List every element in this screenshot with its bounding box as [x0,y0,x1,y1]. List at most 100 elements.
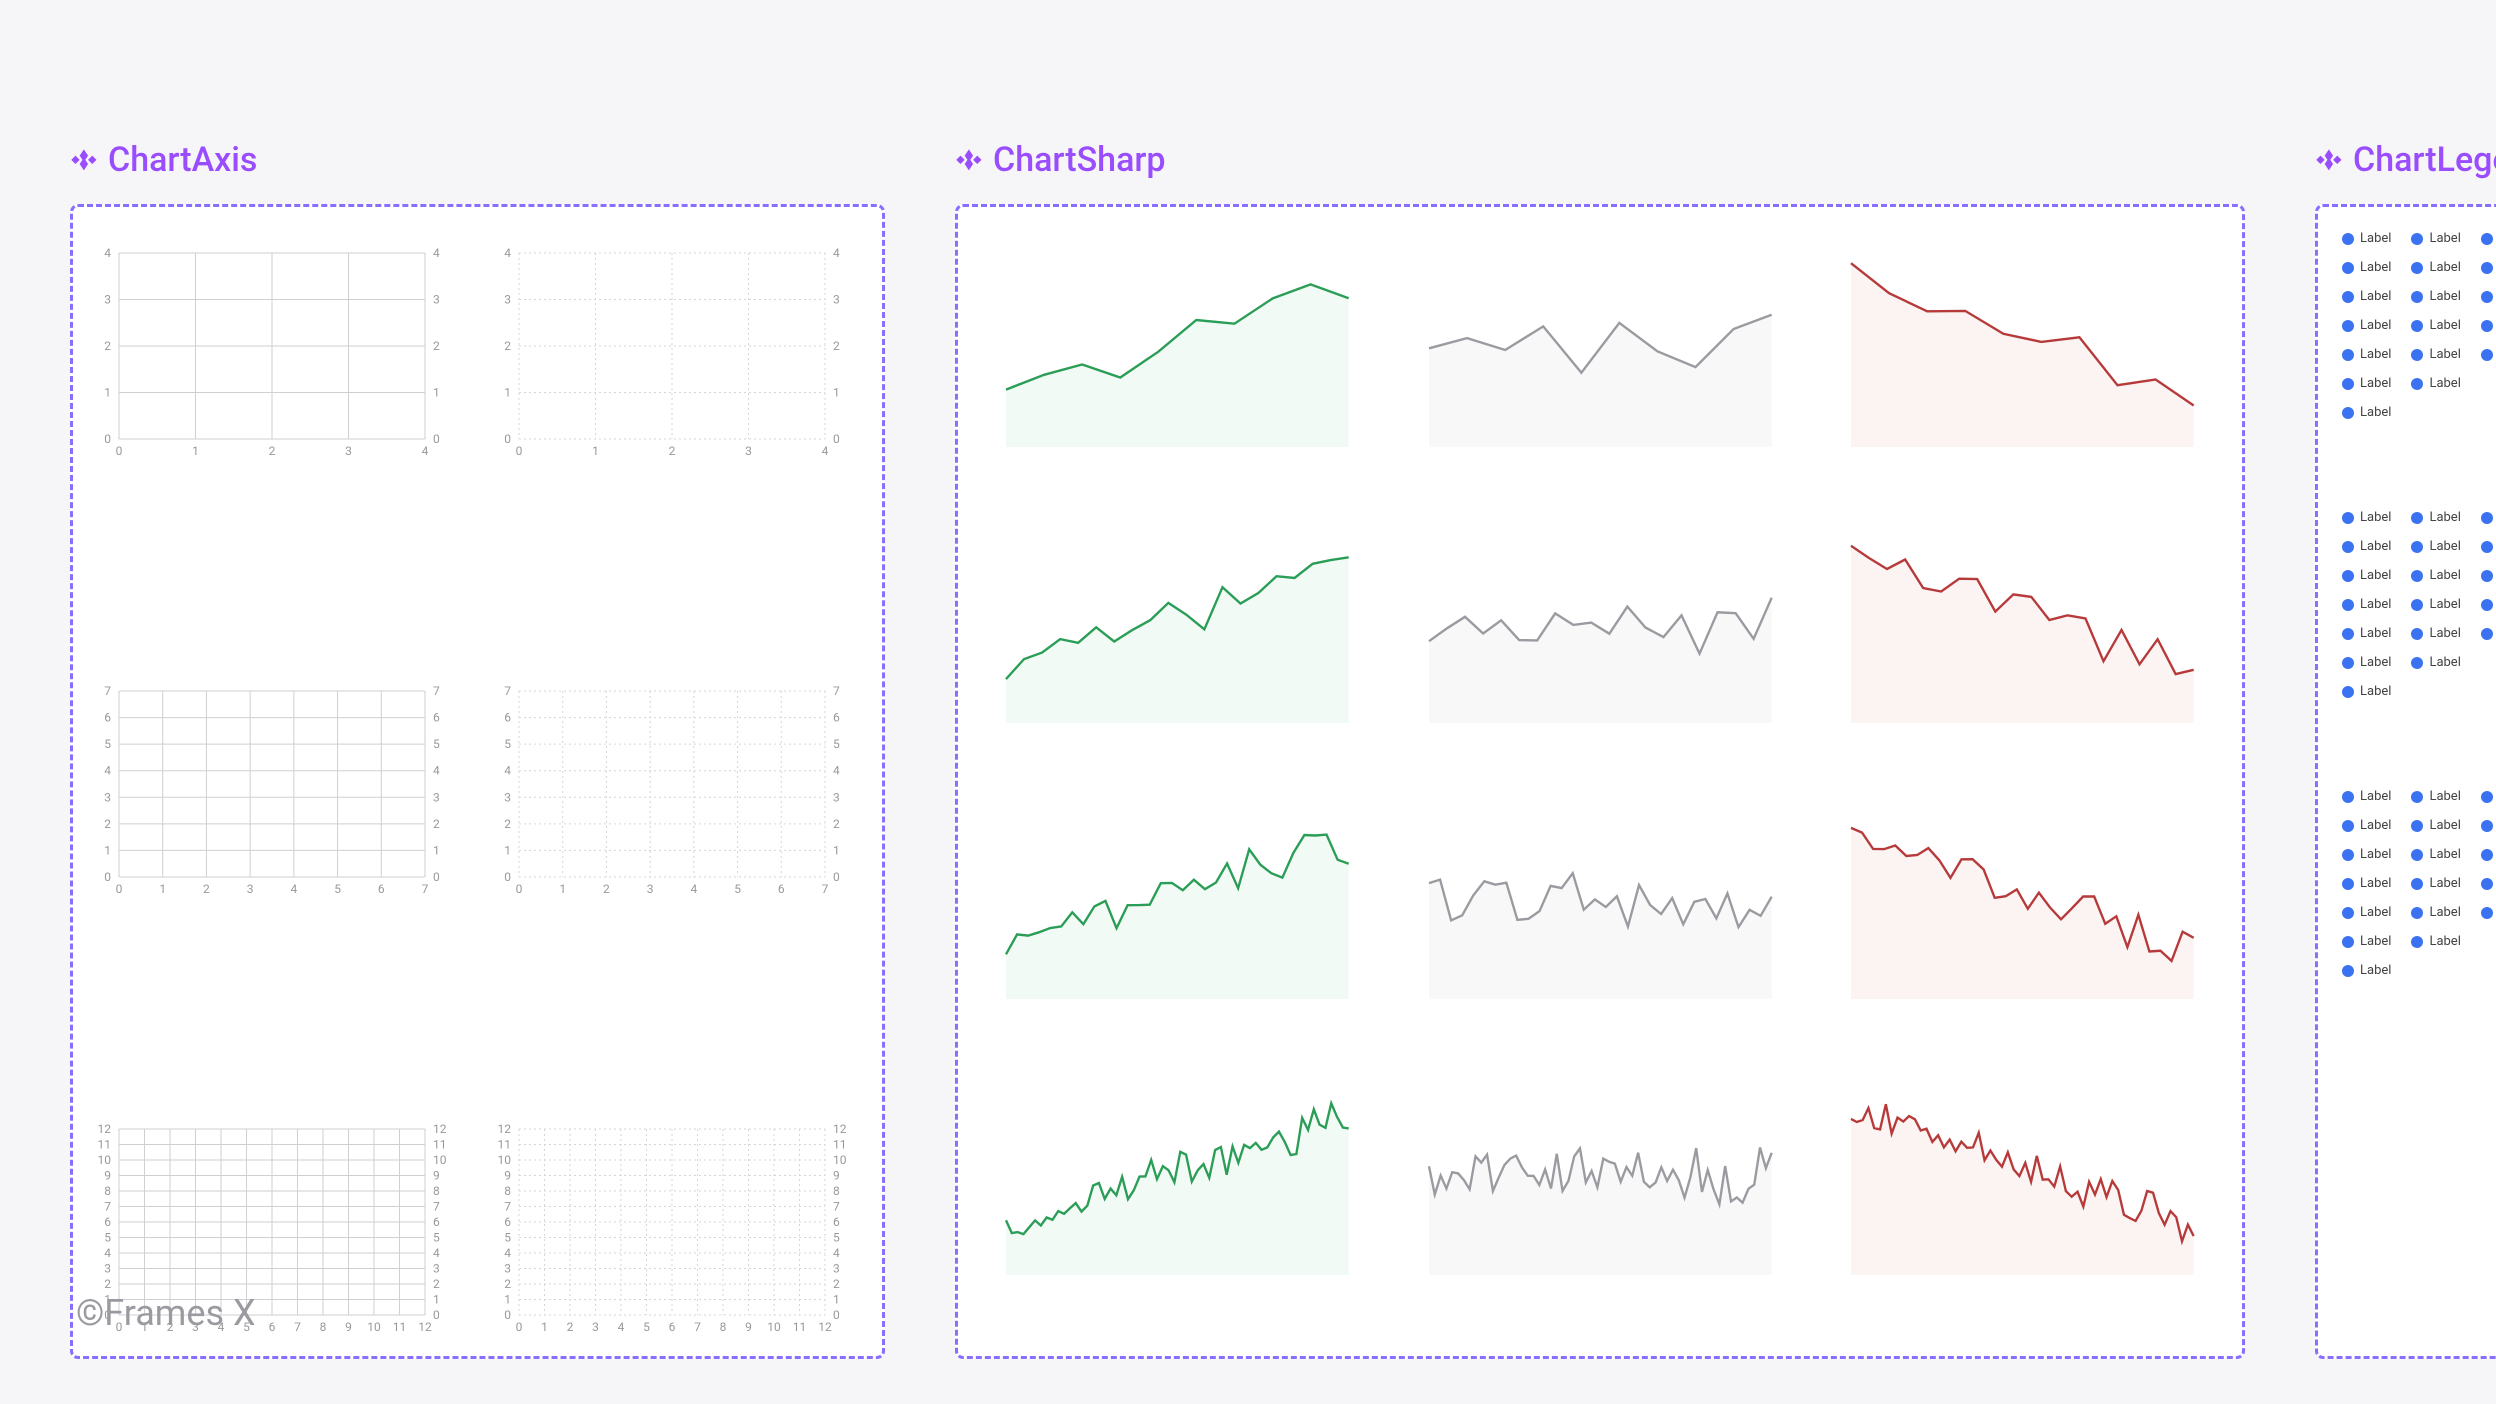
legend-item[interactable]: Label [2481,847,2496,862]
sharp-green-density-60 [1006,1075,1349,1275]
legend-item[interactable]: Label [2411,376,2460,391]
legend-block-3: Label Label Label Label Label Label Label Label… [2342,789,2496,978]
legend-item-label: Label [2360,626,2391,641]
legend-item[interactable]: Label [2342,876,2391,891]
legend-row: Label [2342,963,2496,978]
legend-item[interactable]: Label [2481,568,2496,583]
legend-block-1: LabelLabelLabelLabelLabelLabelLabelLabel… [2342,231,2496,420]
legend-item[interactable]: Label [2481,231,2496,246]
legend-item[interactable]: Label [2411,818,2460,833]
legend-item[interactable]: Label [2342,289,2391,304]
legend-item-label: Label [2360,876,2391,891]
legend-item[interactable]: Label [2411,597,2460,612]
axis-grid-7-dotted: 000111222333444555666777 [497,669,847,927]
legend-item[interactable]: Label [2481,876,2496,891]
legend-item[interactable]: Label [2411,347,2460,362]
legend-item[interactable]: Label [2411,510,2460,525]
svg-text:12: 12 [98,1122,112,1136]
svg-text:2: 2 [433,817,440,831]
svg-text:9: 9 [504,1169,511,1183]
legend-item[interactable]: Label [2411,847,2460,862]
legend-dot-icon [2342,570,2354,582]
legend-item[interactable]: Label [2481,789,2496,804]
legend-item[interactable]: Label [2481,347,2496,362]
legend-item[interactable]: Label [2411,905,2460,920]
legend-dot-icon [2411,233,2423,245]
legend-item[interactable]: Label [2411,539,2460,554]
legend-item[interactable]: Label [2342,789,2391,804]
legend-dot-icon [2481,628,2493,640]
legend-item[interactable]: Label [2411,260,2460,275]
legend-item[interactable]: Label [2342,568,2391,583]
legend-item[interactable]: Label [2342,847,2391,862]
legend-row: Label Label Label [2342,347,2496,362]
legend-item[interactable]: Label [2342,655,2391,670]
legend-item[interactable]: Label [2481,597,2496,612]
legend-dot-icon [2342,628,2354,640]
legend-item[interactable]: Label [2342,347,2391,362]
legend-item[interactable]: Label [2411,231,2460,246]
legend-dot-icon [2411,291,2423,303]
svg-text:5: 5 [734,882,741,896]
svg-text:2: 2 [603,882,610,896]
svg-text:3: 3 [833,293,840,307]
svg-text:0: 0 [116,444,123,458]
legend-item[interactable]: Label [2481,510,2496,525]
legend-item[interactable]: Label [2342,963,2391,978]
legend-dot-icon [2481,849,2493,861]
legend-item[interactable]: Label [2342,231,2391,246]
svg-text:0: 0 [104,870,111,884]
legend-item[interactable]: Label [2411,876,2460,891]
svg-text:11: 11 [433,1138,447,1152]
legend-item[interactable]: Label [2342,260,2391,275]
legend-dot-icon [2411,878,2423,890]
sharp-grey-density-10 [1429,247,1772,447]
legend-item[interactable]: Label [2342,818,2391,833]
legend-item[interactable]: Label [2342,905,2391,920]
chartaxis-title: ChartAxis [108,140,257,180]
legend-item[interactable]: Label [2481,626,2496,641]
legend-dot-icon [2411,791,2423,803]
legend-item[interactable]: Label [2342,934,2391,949]
legend-item[interactable]: Label [2481,289,2496,304]
legend-item[interactable]: Label [2342,597,2391,612]
legend-item[interactable]: Label [2411,318,2460,333]
legend-item[interactable]: Label [2342,626,2391,641]
legend-item[interactable]: Label [2481,260,2496,275]
chartsharp-title: ChartSharp [993,140,1166,180]
svg-text:4: 4 [690,882,697,896]
legend-item[interactable]: Label [2411,789,2460,804]
legend-item[interactable]: Label [2411,626,2460,641]
legend-item[interactable]: Label [2342,510,2391,525]
legend-item[interactable]: Label [2411,655,2460,670]
svg-text:0: 0 [516,882,523,896]
svg-text:12: 12 [818,1320,832,1334]
legend-item[interactable]: Label [2342,539,2391,554]
svg-text:3: 3 [104,790,111,804]
legend-item[interactable]: Label [2481,905,2496,920]
legend-item[interactable]: Label [2342,405,2391,420]
svg-text:7: 7 [433,684,440,698]
svg-text:4: 4 [833,764,840,778]
svg-text:10: 10 [767,1320,781,1334]
legend-item-label: Label [2429,510,2460,525]
svg-text:3: 3 [345,444,352,458]
legend-item[interactable]: Label [2342,684,2391,699]
chartaxis-frame: 0001112223334440001112223334440001112223… [70,204,885,1359]
legend-item[interactable]: Label [2411,934,2460,949]
legend-item[interactable]: Label [2411,289,2460,304]
legend-item[interactable]: Label [2342,376,2391,391]
legend-item[interactable]: Label [2481,818,2496,833]
svg-text:3: 3 [104,293,111,307]
legend-item[interactable]: Label [2481,539,2496,554]
legend-item[interactable]: Label [2411,568,2460,583]
legend-item[interactable]: Label [2481,318,2496,333]
svg-text:3: 3 [647,882,654,896]
legend-item[interactable]: Label [2342,318,2391,333]
svg-text:4: 4 [504,1246,511,1260]
svg-text:8: 8 [320,1320,327,1334]
legend-dot-icon [2342,407,2354,419]
legend-dot-icon [2411,512,2423,524]
svg-text:1: 1 [833,386,840,400]
legend-row: Label Label Label [2342,626,2496,641]
